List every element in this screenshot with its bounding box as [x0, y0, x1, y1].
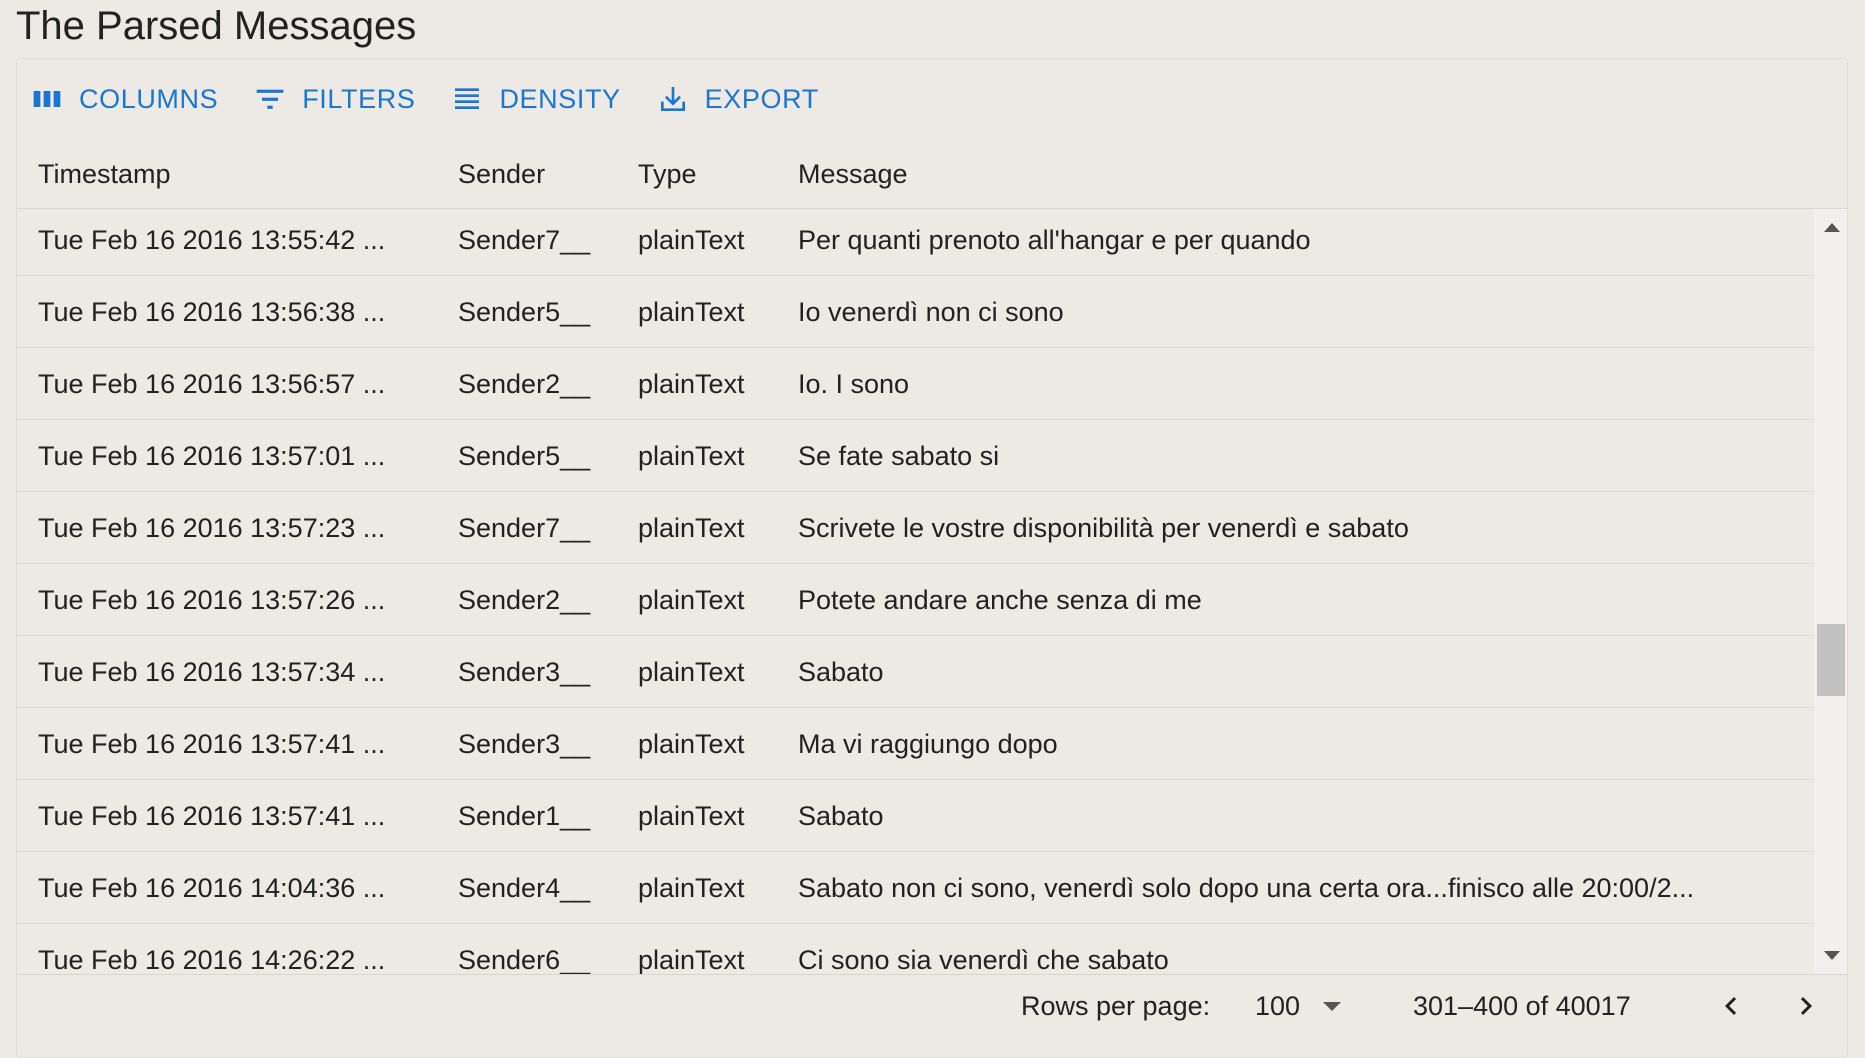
chevron-left-icon — [1725, 997, 1737, 1015]
rows-per-page-select[interactable]: 100 — [1255, 975, 1345, 1037]
export-label: EXPORT — [704, 83, 819, 114]
cell-message: Sabato — [798, 801, 884, 831]
cell-sender: Sender2__ — [458, 369, 591, 399]
table-row[interactable]: Tue Feb 16 2016 13:57:41 ... Sender1__ p… — [17, 780, 1814, 852]
cell-sender: Sender4__ — [458, 873, 591, 903]
cell-timestamp: Tue Feb 16 2016 13:57:26 ... — [38, 585, 386, 615]
density-label: DENSITY — [499, 83, 621, 114]
cell-timestamp: Tue Feb 16 2016 13:56:57 ... — [38, 369, 386, 399]
cell-type: plainText — [638, 297, 745, 327]
cell-timestamp: Tue Feb 16 2016 14:04:36 ... — [38, 873, 386, 903]
table-row[interactable]: Tue Feb 16 2016 13:56:57 ... Sender2__ p… — [17, 348, 1814, 420]
export-button[interactable]: EXPORT — [657, 83, 819, 115]
cell-type: plainText — [638, 585, 745, 615]
table-row[interactable]: Tue Feb 16 2016 13:57:01 ... Sender5__ p… — [17, 420, 1814, 492]
cell-sender: Sender3__ — [458, 657, 591, 687]
grid-footer: Rows per page: 100 301–400 of 40017 — [17, 974, 1847, 1057]
dropdown-arrow-icon — [1323, 1002, 1341, 1011]
cell-timestamp: Tue Feb 16 2016 13:57:41 ... — [38, 729, 386, 759]
scrollbar-thumb[interactable] — [1817, 624, 1845, 696]
cell-timestamp: Tue Feb 16 2016 14:26:22 ... — [38, 945, 386, 974]
download-icon — [660, 87, 685, 111]
cell-type: plainText — [638, 369, 745, 399]
cell-message: Sabato non ci sono, venerdì solo dopo un… — [798, 873, 1695, 903]
table-row[interactable]: Tue Feb 16 2016 14:26:22 ... Sender6__ p… — [17, 924, 1814, 974]
previous-page-button[interactable] — [1713, 988, 1749, 1024]
column-header-type[interactable]: Type — [638, 139, 778, 209]
cell-sender: Sender2__ — [458, 585, 591, 615]
page-title: The Parsed Messages — [16, 4, 417, 48]
cell-message: Sabato — [798, 657, 884, 687]
filters-label: FILTERS — [302, 83, 416, 114]
scroll-up-arrow-icon[interactable] — [1824, 223, 1840, 232]
cell-type: plainText — [638, 441, 745, 471]
pagination-range: 301–400 of 40017 — [1413, 991, 1631, 1021]
data-grid: COLUMNS FILTERS DENSITY EXPORT Timestamp… — [16, 58, 1848, 1058]
filters-button[interactable]: FILTERS — [254, 83, 415, 115]
next-page-button[interactable] — [1788, 988, 1824, 1024]
scroll-down-arrow-icon[interactable] — [1824, 951, 1840, 960]
table-row[interactable]: Tue Feb 16 2016 14:04:36 ... Sender4__ p… — [17, 852, 1814, 924]
columns-button[interactable]: COLUMNS — [31, 83, 218, 115]
cell-sender: Sender7__ — [458, 513, 591, 543]
cell-message: Ma vi raggiungo dopo — [798, 729, 1058, 759]
grid-toolbar: COLUMNS FILTERS DENSITY EXPORT — [17, 59, 1847, 139]
cell-type: plainText — [638, 729, 745, 759]
cell-message: Ci sono sia venerdì che sabato — [798, 945, 1169, 974]
columns-icon — [33, 91, 61, 107]
cell-message: Se fate sabato si — [798, 441, 1000, 471]
cell-sender: Sender6__ — [458, 945, 591, 974]
cell-type: plainText — [638, 801, 745, 831]
table-row[interactable]: Tue Feb 16 2016 13:57:41 ... Sender3__ p… — [17, 708, 1814, 780]
cell-sender: Sender5__ — [458, 441, 591, 471]
vertical-scrollbar[interactable] — [1814, 209, 1847, 974]
column-header-sender[interactable]: Sender — [458, 139, 618, 209]
cell-sender: Sender7__ — [458, 225, 591, 255]
cell-sender: Sender1__ — [458, 801, 591, 831]
rows-per-page-value: 100 — [1255, 991, 1301, 1021]
cell-sender: Sender3__ — [458, 729, 591, 759]
density-icon — [455, 88, 480, 109]
cell-message: Scrivete le vostre disponibilità per ven… — [798, 513, 1409, 543]
table-row[interactable]: Tue Feb 16 2016 13:56:38 ... Sender5__ p… — [17, 276, 1814, 348]
cell-message: Io. I sono — [798, 369, 910, 399]
cell-type: plainText — [638, 657, 745, 687]
cell-message: Io venerdì non ci sono — [798, 297, 1064, 327]
filter-icon — [256, 89, 284, 109]
table-row[interactable]: Tue Feb 16 2016 13:57:34 ... Sender3__ p… — [17, 636, 1814, 708]
column-header-message[interactable]: Message — [798, 139, 1798, 209]
table-row[interactable]: Tue Feb 16 2016 13:57:26 ... Sender2__ p… — [17, 564, 1814, 636]
cell-timestamp: Tue Feb 16 2016 13:57:34 ... — [38, 657, 386, 687]
columns-label: COLUMNS — [79, 83, 219, 114]
cell-timestamp: Tue Feb 16 2016 13:57:23 ... — [38, 513, 386, 543]
cell-message: Per quanti prenoto all'hangar e per quan… — [798, 225, 1311, 255]
cell-message: Potete andare anche senza di me — [798, 585, 1202, 615]
density-button[interactable]: DENSITY — [451, 83, 620, 115]
cell-timestamp: Tue Feb 16 2016 13:57:41 ... — [38, 801, 386, 831]
table-row[interactable]: Tue Feb 16 2016 13:55:42 ... Sender7__ p… — [17, 209, 1814, 276]
table-row[interactable]: Tue Feb 16 2016 13:57:23 ... Sender7__ p… — [17, 492, 1814, 564]
rows-per-page-label: Rows per page: — [1021, 991, 1211, 1021]
cell-timestamp: Tue Feb 16 2016 13:57:01 ... — [38, 441, 386, 471]
cell-timestamp: Tue Feb 16 2016 13:56:38 ... — [38, 297, 386, 327]
cell-sender: Sender5__ — [458, 297, 591, 327]
column-header-row: Timestamp Sender Type Message — [17, 139, 1847, 209]
cell-type: plainText — [638, 873, 745, 903]
cell-timestamp: Tue Feb 16 2016 13:55:42 ... — [38, 225, 386, 255]
chevron-right-icon — [1800, 997, 1812, 1015]
cell-type: plainText — [638, 945, 745, 974]
cell-type: plainText — [638, 225, 745, 255]
column-header-timestamp[interactable]: Timestamp — [38, 139, 438, 209]
cell-type: plainText — [638, 513, 745, 543]
grid-body: Tue Feb 16 2016 13:55:42 ... Sender7__ p… — [17, 209, 1814, 974]
